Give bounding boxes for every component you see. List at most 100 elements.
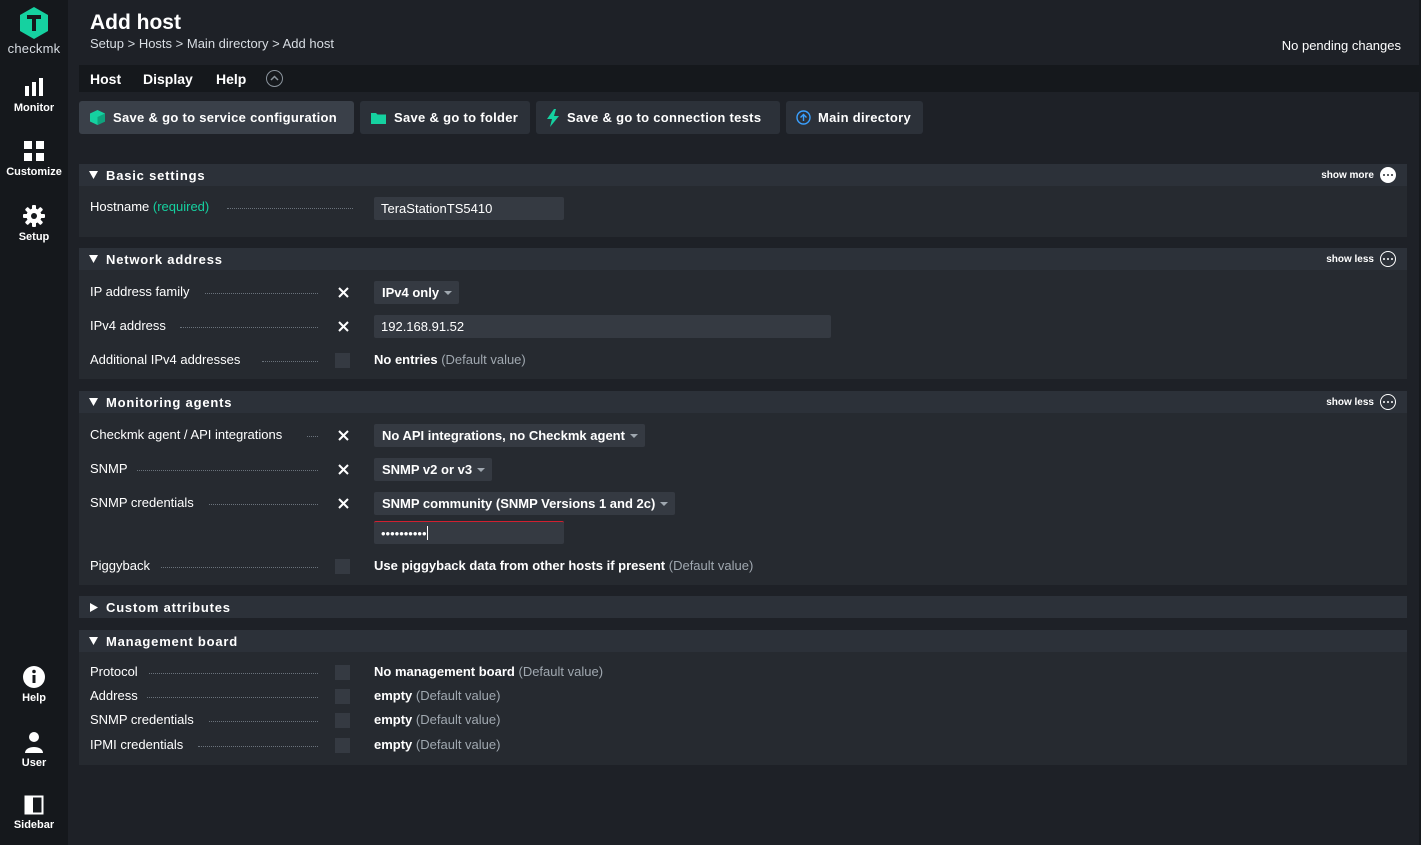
mgmt-snmp-credentials-checkbox[interactable]	[335, 713, 350, 728]
checkmk-logo-icon	[20, 7, 48, 39]
menu-help[interactable]: Help	[216, 71, 246, 87]
folder-icon	[371, 112, 386, 124]
sidebar-item-label: Monitor	[13, 102, 55, 114]
ipv4-input[interactable]: 192.168.91.52	[374, 315, 831, 338]
default-marker: (Default value)	[415, 688, 501, 703]
breadcrumb-hosts[interactable]: Hosts	[139, 36, 172, 51]
section-header[interactable]: Network address show less	[79, 248, 1407, 270]
ipv4-label: IPv4 address	[90, 318, 166, 333]
breadcrumb-sep: >	[172, 36, 187, 51]
value-text: empty	[374, 737, 413, 752]
section-title: Management board	[106, 634, 238, 649]
ip-family-select[interactable]: IPv4 only	[374, 281, 460, 304]
show-less-toggle[interactable]: show less	[1326, 394, 1396, 410]
piggyback-row: Piggyback Use piggyback data from other …	[79, 555, 1407, 577]
main-sidebar: checkmk Monitor Customize Setup Help Use…	[0, 0, 68, 845]
agent-select[interactable]: No API integrations, no Checkmk agent	[374, 424, 645, 447]
additional-ipv4-checkbox[interactable]	[335, 353, 350, 368]
snmp-credentials-select[interactable]: SNMP community (SNMP Versions 1 and 2c)	[374, 492, 676, 515]
additional-ipv4-label: Additional IPv4 addresses	[90, 352, 241, 367]
snmp-community-input[interactable]: ••••••••••	[374, 521, 564, 544]
breadcrumb-setup[interactable]: Setup	[90, 36, 124, 51]
snmp-credentials-label: SNMP credentials	[90, 495, 194, 510]
show-less-toggle[interactable]: show less	[1326, 251, 1396, 267]
default-marker: (Default value)	[415, 737, 501, 752]
dotted-leader	[147, 697, 318, 698]
arrow-up-circle-icon	[796, 110, 811, 125]
sidebar-item-setup[interactable]: Setup	[0, 205, 68, 243]
sidebar-item-customize[interactable]: Customize	[0, 140, 68, 178]
piggyback-checkbox[interactable]	[335, 559, 350, 574]
snmp-label: SNMP	[90, 461, 128, 476]
value-text: Use piggyback data from other hosts if p…	[374, 558, 666, 573]
mgmt-ipmi-credentials-row: IPMI credentials empty (Default value)	[79, 734, 1407, 756]
save-service-config-button[interactable]: Save & go to service configuration	[79, 101, 354, 134]
breadcrumb-add-host[interactable]: Add host	[283, 36, 334, 51]
checkbox-checked-icon[interactable]	[336, 428, 351, 443]
pending-changes-link[interactable]: No pending changes	[1282, 38, 1401, 53]
value-text: No entries	[374, 352, 438, 367]
checkmk-logo[interactable]: checkmk	[0, 6, 68, 56]
required-marker: (required)	[152, 199, 210, 214]
section-basic-settings: Basic settings show more Hostname (requi…	[79, 164, 1407, 237]
sidebar-item-help[interactable]: Help	[0, 666, 68, 704]
sidebar-item-sidebar[interactable]: Sidebar	[0, 795, 68, 831]
triangle-down-icon	[89, 398, 98, 406]
snmp-select[interactable]: SNMP v2 or v3	[374, 458, 493, 481]
dotted-leader	[307, 436, 318, 437]
sidebar-icon	[24, 795, 44, 815]
menu-host[interactable]: Host	[90, 71, 121, 87]
sidebar-item-user[interactable]: User	[0, 731, 68, 769]
mgmt-protocol-checkbox[interactable]	[335, 665, 350, 680]
hostname-row: Hostname (required) TeraStationTS5410	[79, 196, 1407, 220]
menu-display[interactable]: Display	[143, 71, 193, 87]
cube-icon	[90, 110, 105, 125]
mgmt-address-checkbox[interactable]	[335, 689, 350, 704]
sidebar-item-monitor[interactable]: Monitor	[0, 76, 68, 114]
gear-icon	[23, 205, 45, 227]
mgmt-ipmi-credentials-checkbox[interactable]	[335, 738, 350, 753]
section-header[interactable]: Custom attributes	[79, 596, 1407, 618]
page-header: Add host Setup > Hosts > Main directory …	[68, 0, 1421, 65]
mgmt-snmp-credentials-row: SNMP credentials empty (Default value)	[79, 709, 1407, 731]
main-directory-button[interactable]: Main directory	[786, 101, 923, 134]
value-text: empty	[374, 688, 413, 703]
breadcrumb: Setup > Hosts > Main directory > Add hos…	[90, 36, 334, 51]
lightning-icon	[547, 108, 559, 127]
dotted-leader	[209, 721, 318, 722]
section-monitoring-agents: Monitoring agents show less Checkmk agen…	[79, 391, 1407, 585]
save-connection-tests-button[interactable]: Save & go to connection tests	[536, 101, 780, 134]
ipv4-row: IPv4 address 192.168.91.52	[79, 315, 1407, 338]
checkbox-checked-icon[interactable]	[336, 319, 351, 334]
checkbox-checked-icon[interactable]	[336, 285, 351, 300]
mgmt-address-value: empty (Default value)	[374, 688, 500, 703]
sidebar-item-label: Help	[22, 692, 46, 704]
more-dots-icon	[1380, 394, 1396, 410]
section-title: Custom attributes	[106, 600, 231, 615]
show-more-label: show more	[1321, 169, 1374, 181]
piggyback-value: Use piggyback data from other hosts if p…	[374, 558, 753, 573]
show-more-toggle[interactable]: show more	[1321, 167, 1396, 183]
hostname-input[interactable]: TeraStationTS5410	[374, 197, 564, 220]
sidebar-item-label: Sidebar	[13, 819, 55, 831]
triangle-down-icon	[89, 171, 98, 179]
text-caret	[426, 526, 428, 540]
more-dots-icon	[1380, 251, 1396, 267]
collapse-menu-button[interactable]	[266, 70, 283, 87]
mgmt-address-label: Address	[90, 688, 138, 703]
user-icon	[25, 732, 43, 753]
breadcrumb-main-directory[interactable]: Main directory	[187, 36, 269, 51]
checkbox-checked-icon[interactable]	[336, 462, 351, 477]
dotted-leader	[180, 327, 318, 328]
save-folder-button[interactable]: Save & go to folder	[360, 101, 530, 134]
show-less-label: show less	[1326, 396, 1374, 408]
ip-family-label: IP address family	[90, 284, 190, 299]
default-marker: (Default value)	[441, 352, 526, 367]
logo-text: checkmk	[7, 41, 61, 56]
show-less-label: show less	[1326, 253, 1374, 265]
value-text: No management board	[374, 664, 515, 679]
section-header[interactable]: Monitoring agents show less	[79, 391, 1407, 413]
section-header[interactable]: Management board	[79, 630, 1407, 652]
section-header[interactable]: Basic settings show more	[79, 164, 1407, 186]
checkbox-checked-icon[interactable]	[336, 496, 351, 511]
